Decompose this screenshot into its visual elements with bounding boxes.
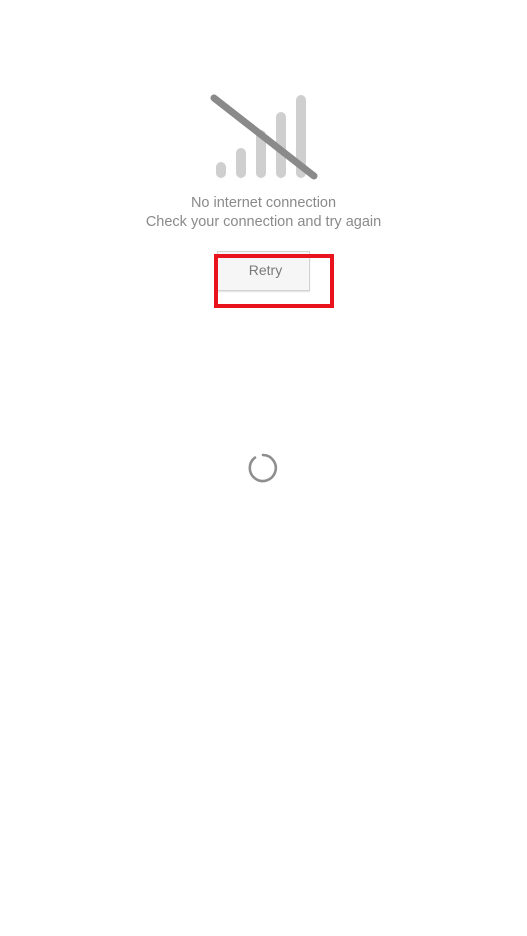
error-subtitle: Check your connection and try again — [145, 214, 382, 230]
retry-button[interactable]: Retry — [217, 251, 310, 291]
error-title: No internet connection — [190, 195, 337, 211]
connection-message: No internet connection Check your connec… — [0, 194, 527, 232]
loading-spinner-icon — [248, 453, 278, 483]
no-signal-icon — [210, 94, 318, 180]
retry-button-label: Retry — [248, 262, 283, 278]
no-connection-screen: No internet connection Check your connec… — [0, 0, 527, 936]
